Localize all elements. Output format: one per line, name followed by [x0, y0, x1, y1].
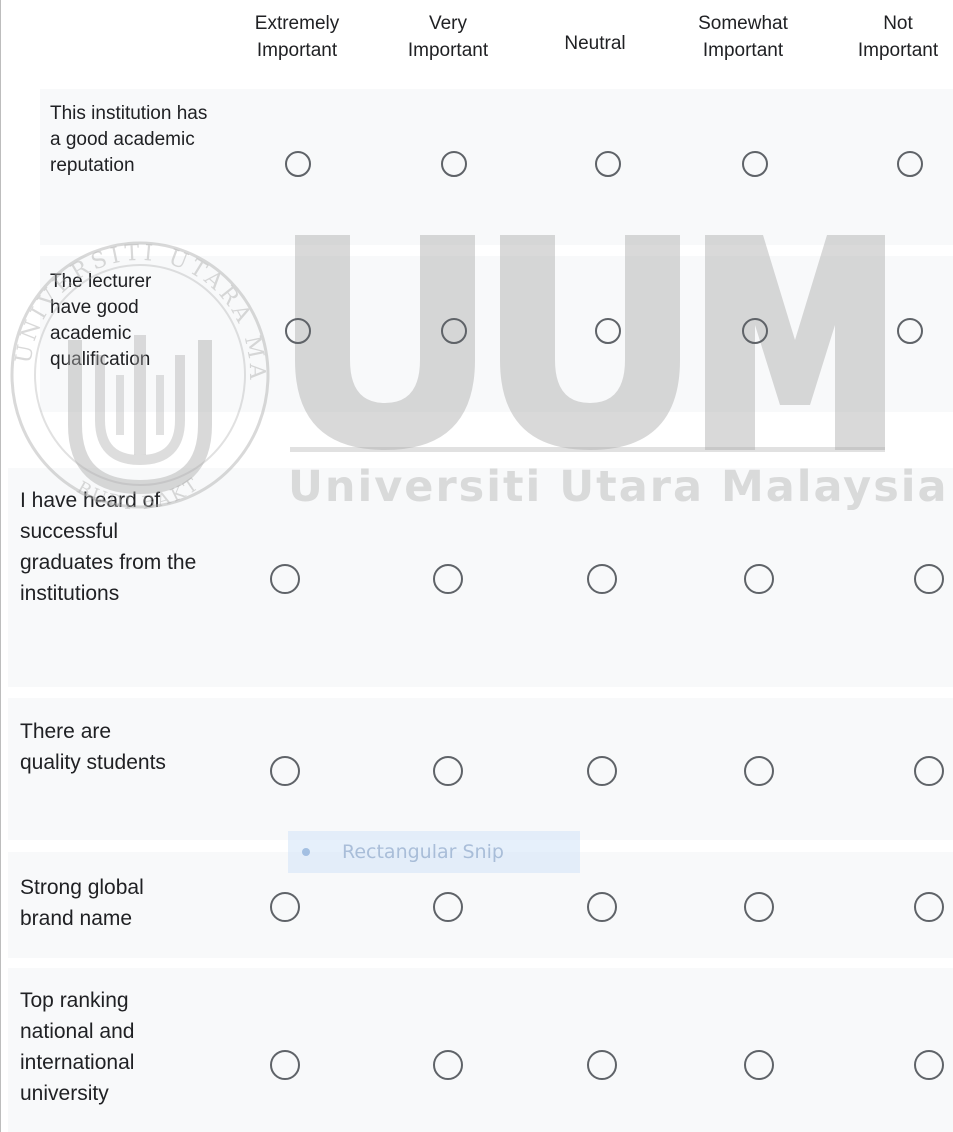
row-label: The lecturer have good academic qualific… [50, 271, 152, 370]
radio-extremely-important[interactable] [270, 756, 300, 786]
radio-somewhat-important[interactable] [742, 318, 768, 344]
grid-row: This institution has a good academic rep… [40, 89, 953, 245]
radio-very-important[interactable] [441, 151, 467, 177]
left-border [0, 0, 1, 1132]
column-header-row: Extremely Important Very Important Neutr… [0, 0, 953, 80]
column-header-neutral: Neutral [564, 33, 626, 54]
radio-neutral[interactable] [595, 318, 621, 344]
row-label: Strong global brand name [20, 876, 144, 930]
row-label: There are quality students [20, 720, 166, 774]
radio-neutral[interactable] [587, 756, 617, 786]
likert-grid-question: Extremely Important Very Important Neutr… [0, 0, 953, 1132]
column-header-extremely-important: Extremely Important [254, 13, 340, 61]
radio-neutral[interactable] [587, 1050, 617, 1080]
radio-very-important[interactable] [433, 564, 463, 594]
radio-extremely-important[interactable] [270, 564, 300, 594]
radio-not-important[interactable] [914, 892, 944, 922]
radio-somewhat-important[interactable] [742, 151, 768, 177]
radio-not-important[interactable] [914, 564, 944, 594]
radio-somewhat-important[interactable] [744, 1050, 774, 1080]
radio-very-important[interactable] [433, 892, 463, 922]
column-header-very-important: Very Important [407, 13, 489, 61]
radio-neutral[interactable] [595, 151, 621, 177]
grid-row: There are quality students [8, 698, 953, 840]
radio-not-important[interactable] [914, 1050, 944, 1080]
radio-very-important[interactable] [433, 756, 463, 786]
radio-extremely-important[interactable] [285, 318, 311, 344]
radio-extremely-important[interactable] [285, 151, 311, 177]
radio-neutral[interactable] [587, 892, 617, 922]
radio-very-important[interactable] [433, 1050, 463, 1080]
radio-somewhat-important[interactable] [744, 756, 774, 786]
grid-row: Top ranking national and international u… [8, 968, 953, 1132]
radio-not-important[interactable] [897, 151, 923, 177]
radio-somewhat-important[interactable] [744, 892, 774, 922]
radio-not-important[interactable] [914, 756, 944, 786]
grid-row: Strong global brand name [8, 852, 953, 958]
row-label: I have heard of successful graduates fro… [20, 489, 197, 605]
column-header-not-important: Not Important [857, 13, 939, 61]
radio-not-important[interactable] [897, 318, 923, 344]
column-header-somewhat-important: Somewhat Important [698, 13, 788, 61]
row-label: Top ranking national and international u… [20, 989, 135, 1105]
radio-somewhat-important[interactable] [744, 564, 774, 594]
radio-neutral[interactable] [587, 564, 617, 594]
radio-extremely-important[interactable] [270, 892, 300, 922]
radio-very-important[interactable] [441, 318, 467, 344]
radio-extremely-important[interactable] [270, 1050, 300, 1080]
university-name-watermark: Universiti Utara Malaysia [288, 462, 949, 512]
grid-row: The lecturer have good academic qualific… [40, 256, 953, 412]
row-label: This institution has a good academic rep… [50, 103, 208, 176]
